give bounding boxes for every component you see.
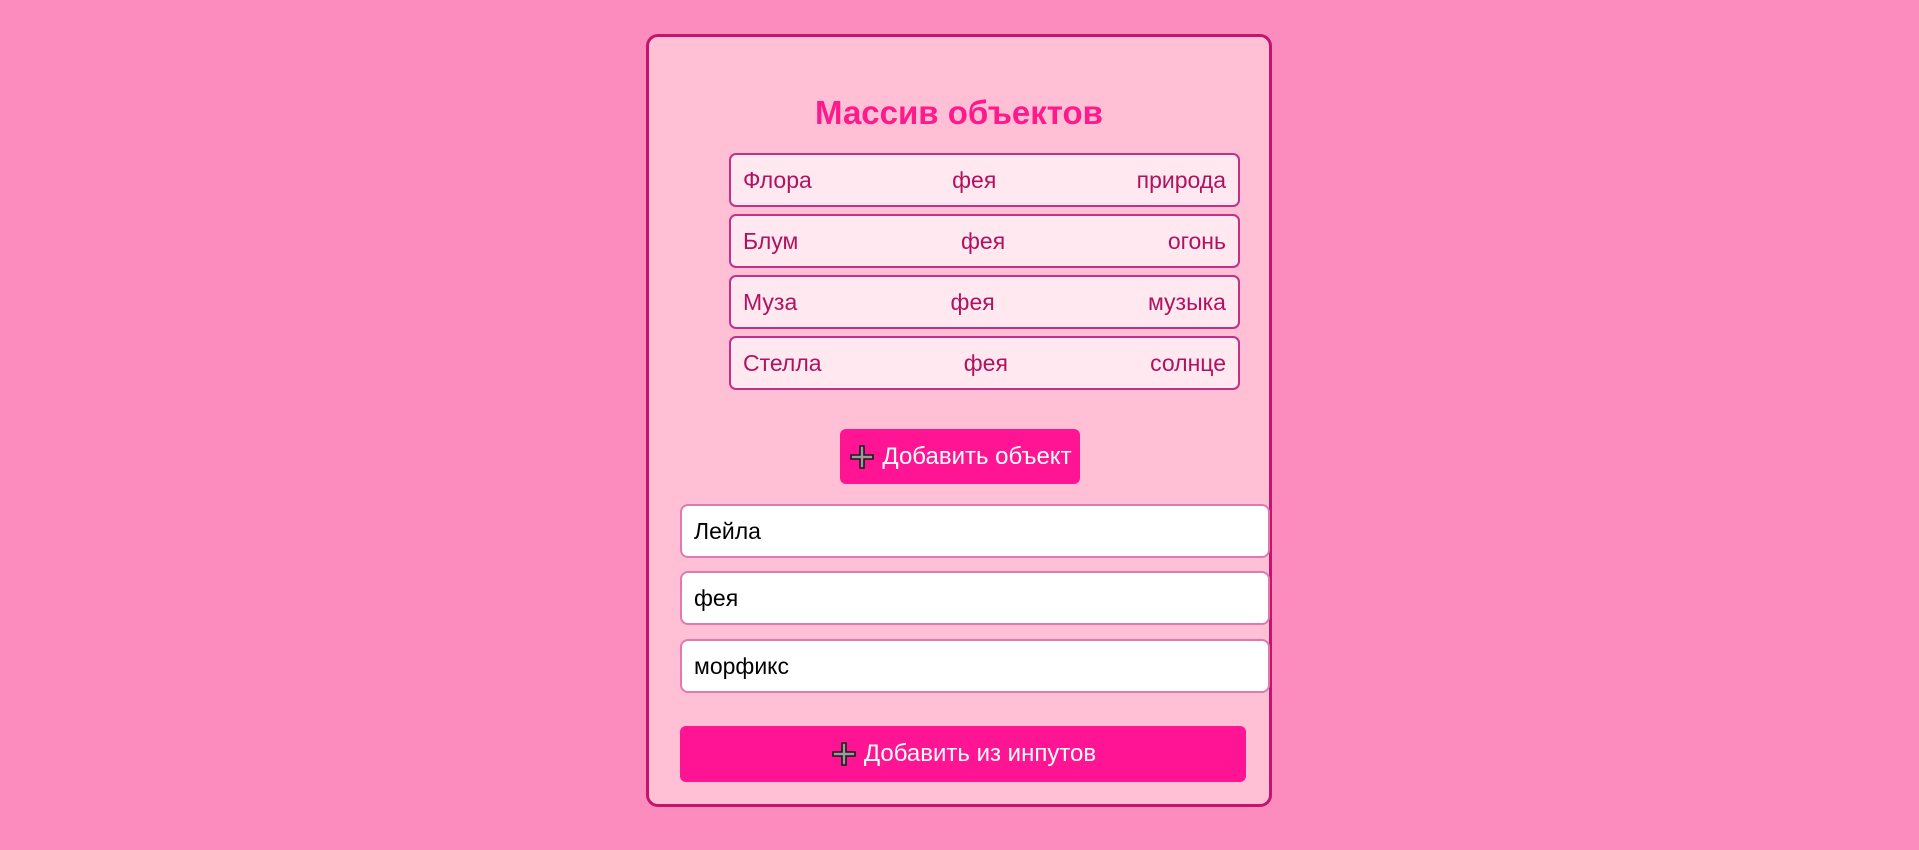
- list-item: Блум фея огонь: [729, 214, 1240, 268]
- item-name: Стелла: [743, 349, 822, 376]
- list-item: Флора фея природа: [729, 153, 1240, 207]
- list-item: Муза фея музыка: [729, 275, 1240, 329]
- power-input[interactable]: [680, 639, 1270, 693]
- add-from-inputs-label: Добавить из инпутов: [863, 740, 1097, 767]
- item-name: Муза: [743, 288, 798, 315]
- add-object-label: Добавить объект: [882, 442, 1072, 470]
- type-input[interactable]: [680, 571, 1270, 625]
- item-type: фея: [950, 288, 995, 315]
- item-type: фея: [963, 349, 1008, 376]
- item-name: Флора: [743, 166, 812, 193]
- name-input[interactable]: [680, 504, 1270, 558]
- object-array-card: Массив объектов Флора фея природа Блум ф…: [646, 34, 1272, 807]
- plus-icon: [848, 443, 876, 471]
- list-item: Стелла фея солнце: [729, 336, 1240, 390]
- item-type: фея: [960, 227, 1006, 254]
- item-power: огонь: [1167, 227, 1226, 254]
- item-power: солнце: [1150, 349, 1226, 376]
- add-object-button[interactable]: Добавить объект: [840, 429, 1080, 484]
- item-power: музыка: [1147, 288, 1226, 315]
- item-name: Блум: [743, 227, 799, 254]
- item-type: фея: [952, 166, 997, 193]
- add-from-inputs-button[interactable]: Добавить из инпутов: [680, 726, 1246, 782]
- object-list: Флора фея природа Блум фея огонь Муза фе…: [729, 153, 1240, 397]
- item-power: природа: [1136, 166, 1226, 193]
- plus-icon: [830, 740, 858, 768]
- page-title: Массив объектов: [815, 94, 1103, 131]
